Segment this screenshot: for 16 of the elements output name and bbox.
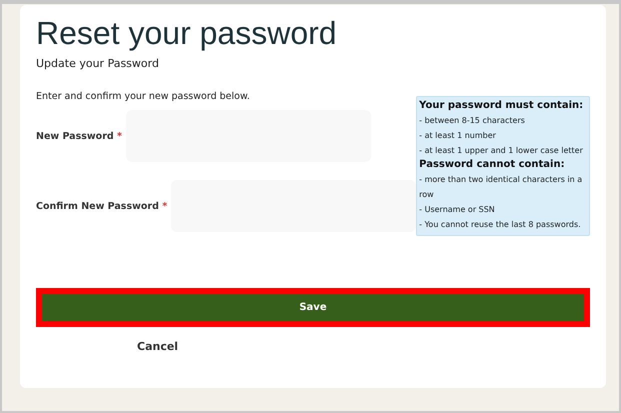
cancel-link[interactable]: Cancel <box>137 340 178 353</box>
instructions-text: Enter and confirm your new password below. <box>36 91 251 102</box>
requirement-item: - You cannot reuse the last 8 passwords. <box>419 219 582 231</box>
requirements-heading: Your password must contain: <box>419 99 584 113</box>
requirement-item: - at least 1 number <box>419 130 497 142</box>
requirement-item: - at least 1 upper and 1 lower case letter <box>419 145 584 157</box>
field-label: Confirm New Password * <box>36 200 168 212</box>
save-button[interactable]: Save <box>42 294 584 321</box>
requirement-item: - Username or SSN <box>419 204 496 216</box>
password-field[interactable] <box>171 180 416 232</box>
requirement-item: - between 8-15 characters <box>419 115 526 127</box>
subtitle: Update your Password <box>36 57 160 70</box>
field-label: New Password * <box>36 130 122 142</box>
page-title: Reset your password <box>36 14 338 53</box>
requirements-heading: Password cannot contain: <box>419 158 566 172</box>
requirement-item: - more than two identical characters in a row <box>419 174 584 201</box>
